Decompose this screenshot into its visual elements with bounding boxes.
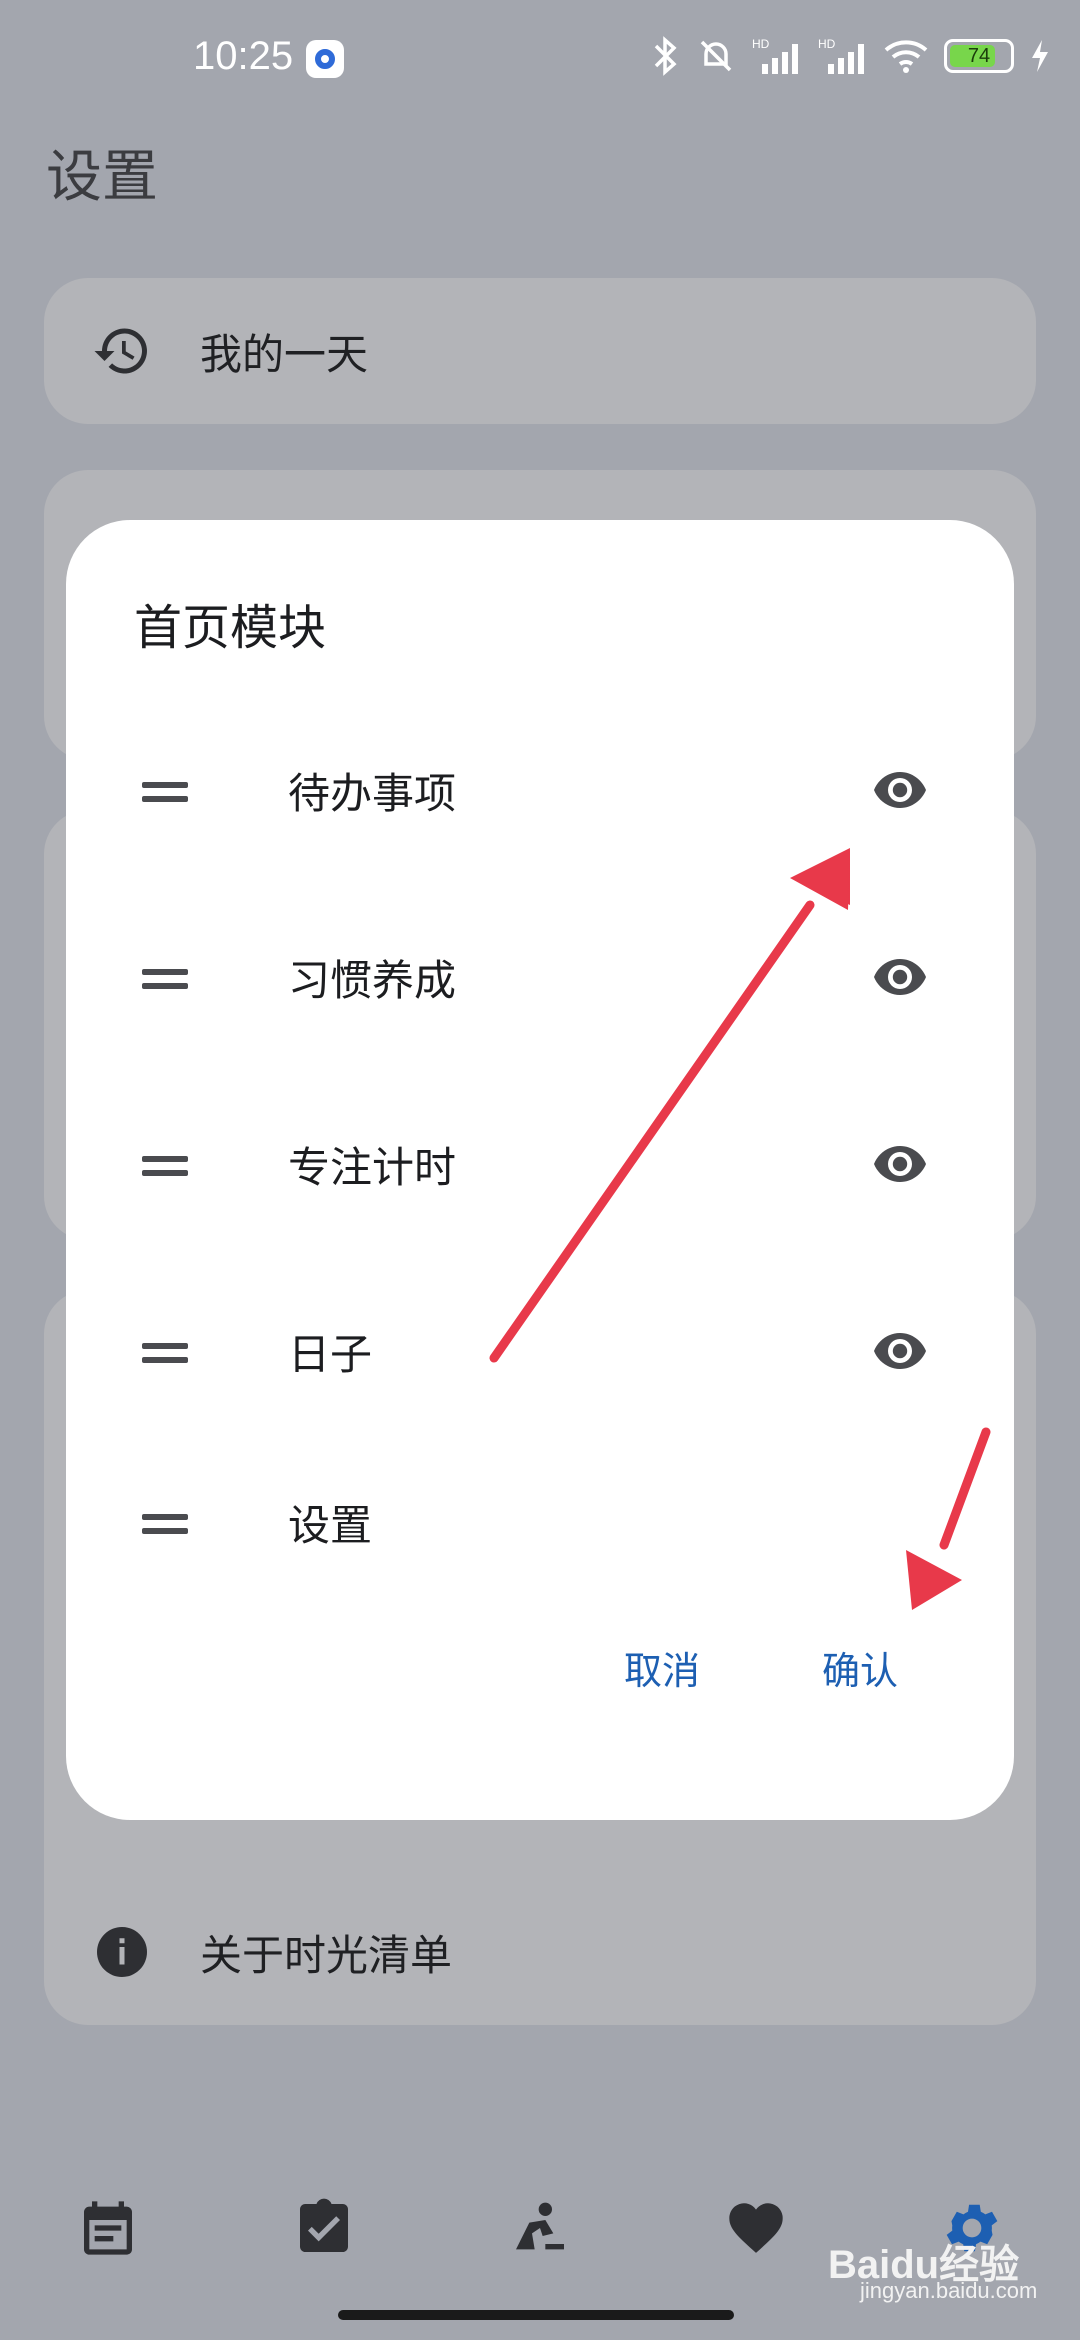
svg-text:HD: HD [752, 37, 770, 51]
drag-handle-icon[interactable] [142, 1514, 188, 1534]
module-label: 专注计时 [288, 1143, 457, 1192]
status-icons: HD HD 74 [650, 36, 1050, 76]
module-label: 日子 [288, 1330, 373, 1379]
home-modules-dialog: 首页模块 待办事项 习惯养成 专注计时 日子 设置 取消 确认 [66, 520, 1014, 1820]
watermark-site: jingyan.baidu.com [860, 2278, 1038, 2303]
eye-icon[interactable] [872, 1144, 928, 1184]
eye-icon[interactable] [872, 770, 928, 810]
bluetooth-icon [654, 36, 677, 76]
checklist-icon[interactable] [292, 2196, 356, 2260]
page-title: 设置 [46, 145, 158, 210]
battery-level: 74 [967, 45, 991, 67]
drag-handle-icon[interactable] [142, 969, 188, 989]
charging-icon [1032, 40, 1048, 72]
eye-icon[interactable] [872, 957, 928, 997]
drag-handle-icon[interactable] [142, 782, 188, 802]
drag-handle-icon[interactable] [142, 1156, 188, 1176]
mute-icon [700, 40, 732, 72]
signal-icon-2: HD [818, 37, 864, 74]
history-icon [94, 328, 147, 374]
drag-handle-icon[interactable] [142, 1343, 188, 1363]
module-row-todo[interactable]: 待办事项 [66, 730, 1014, 850]
heart-icon[interactable] [724, 2196, 788, 2260]
cancel-button[interactable]: 取消 [624, 1640, 700, 1695]
settings-card-top: 我的一天 [44, 278, 1036, 424]
wifi-icon [884, 40, 928, 73]
calendar-icon[interactable] [76, 2196, 140, 2260]
home-indicator[interactable] [338, 2310, 734, 2320]
battery-indicator: 74 [944, 39, 1014, 73]
module-row-days[interactable]: 日子 [66, 1291, 1014, 1411]
module-row-focus[interactable]: 专注计时 [66, 1104, 1014, 1224]
info-icon [97, 1927, 147, 1977]
signal-icon: HD [752, 37, 798, 74]
settings-item-label: 我的一天 [200, 329, 369, 379]
module-label: 设置 [288, 1501, 373, 1550]
status-bar: 10:25 HD HD 74 [0, 0, 1080, 120]
settings-item-about[interactable]: 关于时光清单 [44, 1879, 1036, 2025]
settings-item-my-day[interactable]: 我的一天 [44, 278, 1036, 424]
module-row-settings[interactable]: 设置 [66, 1462, 1014, 1582]
module-label: 待办事项 [288, 769, 457, 818]
app-notification-icon [306, 40, 344, 78]
confirm-button[interactable]: 确认 [822, 1640, 898, 1695]
settings-item-label: 关于时光清单 [200, 1930, 453, 1980]
status-time: 10:25 [193, 34, 294, 78]
module-label: 习惯养成 [288, 956, 457, 1005]
dialog-title: 首页模块 [134, 600, 327, 656]
svg-text:HD: HD [818, 37, 836, 51]
eye-icon[interactable] [872, 1331, 928, 1371]
module-row-habit[interactable]: 习惯养成 [66, 917, 1014, 1037]
focus-icon[interactable] [508, 2196, 572, 2260]
